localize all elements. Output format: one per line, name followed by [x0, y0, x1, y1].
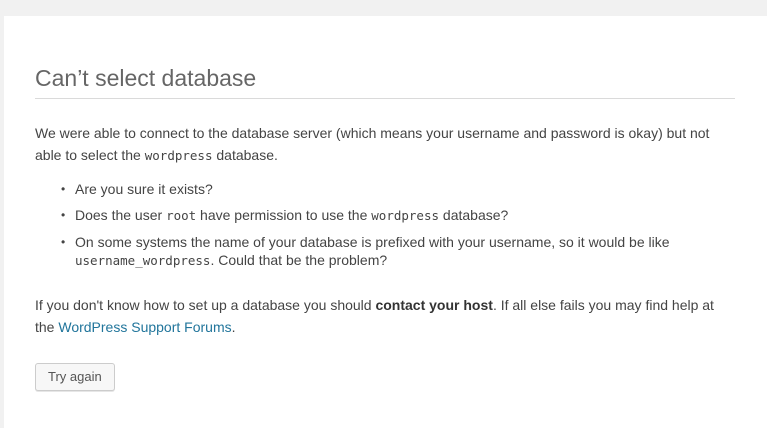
list-item: • Are you sure it exists?	[61, 180, 735, 198]
help-text: If you don't know how to set up a databa…	[35, 297, 376, 313]
support-forums-link[interactable]: WordPress Support Forums	[58, 319, 231, 335]
title-divider	[35, 98, 735, 99]
page-title: Can’t select database	[35, 65, 257, 91]
list-item-code: username_wordpress	[75, 253, 211, 268]
error-page: Can’t select database We were able to co…	[4, 16, 767, 428]
bullet-icon: •	[61, 235, 66, 249]
list-item-text: Are you sure it exists?	[75, 181, 213, 197]
list-item: • On some systems the name of your databa…	[61, 233, 735, 270]
intro-text-end: database.	[212, 147, 278, 163]
intro-text: We were able to connect to the database …	[35, 125, 710, 163]
list-item-text: Does the user	[75, 207, 167, 223]
suggestion-list: • Are you sure it exists? • Does the user …	[35, 180, 735, 278]
list-item-text: database?	[439, 207, 509, 223]
list-item: • Does the user root have permission to u…	[61, 206, 735, 225]
help-paragraph: If you don't know how to set up a databa…	[35, 294, 735, 338]
bullet-icon: •	[61, 182, 66, 196]
try-again-button[interactable]: Try again	[35, 363, 115, 391]
list-item-text: . Could that be the problem?	[210, 252, 388, 268]
list-item-code: wordpress	[371, 208, 440, 223]
contact-host-text: contact your host	[375, 297, 493, 313]
list-item-text: have permission to use the	[196, 207, 372, 223]
bullet-icon: •	[61, 208, 66, 222]
intro-db-name: wordpress	[144, 148, 213, 163]
list-item-text: On some systems the name of your databas…	[75, 234, 670, 250]
list-item-code: root	[166, 208, 197, 223]
intro-paragraph: We were able to connect to the database …	[35, 122, 735, 167]
help-text-end: .	[231, 319, 236, 335]
